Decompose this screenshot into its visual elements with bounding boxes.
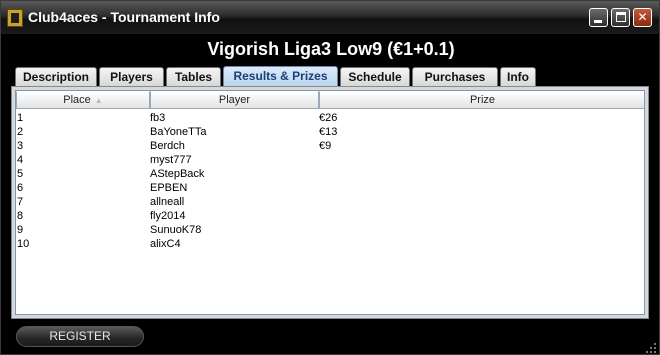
tournament-title: Vigorish Liga3 Low9 (€1+0.1) [207, 39, 455, 59]
close-icon: ✕ [637, 10, 648, 24]
column-label: Place [63, 94, 91, 106]
place-cell: 5 [17, 168, 24, 180]
table-row[interactable]: 8 fly2014 [16, 209, 644, 223]
column-label: Prize [469, 94, 496, 106]
prize-cell: €9 [319, 140, 332, 152]
tab-players[interactable]: Players [99, 67, 164, 86]
table-row[interactable]: 9 SunuoK78 [16, 223, 644, 237]
title-bar[interactable]: Club4aces - Tournament Info ✕ [1, 1, 659, 34]
place-cell: 2 [17, 126, 24, 138]
tab-tables[interactable]: Tables [166, 67, 221, 86]
window-title: Club4aces - Tournament Info [28, 9, 220, 25]
table-row[interactable]: 10 alixC4 [16, 237, 644, 251]
maximize-button[interactable] [611, 8, 630, 27]
club4aces-app-icon [7, 9, 23, 27]
table-row[interactable]: 3 Berdch €9 [16, 139, 644, 153]
tab-info[interactable]: Info [500, 67, 536, 86]
place-cell: 3 [17, 140, 24, 152]
table-row[interactable]: 5 AStepBack [16, 167, 644, 181]
column-header-prize[interactable]: Prize [319, 91, 644, 109]
place-cell: 7 [17, 196, 24, 208]
column-header-player[interactable]: Player [150, 91, 319, 109]
tournament-info-window: Club4aces - Tournament Info ✕ Vigorish L… [0, 0, 660, 355]
player-cell: EPBEN [150, 182, 188, 194]
place-cell: 1 [17, 112, 24, 124]
place-cell: 4 [17, 154, 24, 166]
player-cell: SunuoK78 [150, 224, 202, 236]
minimize-button[interactable] [589, 8, 608, 27]
table-row[interactable]: 2 BaYoneTTa €13 [16, 125, 644, 139]
player-cell: Berdch [150, 140, 185, 152]
column-header-place[interactable]: Place ▲ [16, 91, 150, 109]
column-label: Player [218, 94, 251, 106]
minimize-icon [594, 20, 602, 23]
prize-cell: €26 [319, 112, 338, 124]
maximize-icon [616, 12, 626, 22]
tab-description[interactable]: Description [15, 67, 97, 86]
table-header: Place ▲ Player Prize [16, 91, 644, 109]
tab-results-prizes[interactable]: Results & Prizes [223, 66, 338, 87]
player-cell: alixC4 [150, 238, 181, 250]
table-row[interactable]: 7 allneall [16, 195, 644, 209]
prize-cell: €13 [319, 126, 338, 138]
player-cell: myst777 [150, 154, 192, 166]
resize-grip-icon[interactable] [643, 340, 657, 354]
place-cell: 10 [17, 238, 30, 250]
close-button[interactable]: ✕ [633, 8, 652, 27]
player-cell: fb3 [150, 112, 166, 124]
tab-schedule[interactable]: Schedule [340, 67, 410, 86]
results-table: Place ▲ Player Prize 1 fb3 €26 2 BaYoneTTa €13… [15, 90, 645, 315]
player-cell: allneall [150, 196, 185, 208]
sort-ascending-icon: ▲ [94, 96, 103, 105]
results-panel: Place ▲ Player Prize 1 fb3 €26 2 BaYoneTTa €13… [11, 86, 649, 319]
table-row[interactable]: 4 myst777 [16, 153, 644, 167]
table-row[interactable]: 6 EPBEN [16, 181, 644, 195]
table-row[interactable]: 1 fb3 €26 [16, 111, 644, 125]
place-cell: 8 [17, 210, 24, 222]
place-cell: 9 [17, 224, 24, 236]
tab-purchases[interactable]: Purchases [412, 67, 498, 86]
register-button[interactable]: REGISTER [16, 326, 144, 347]
player-cell: AStepBack [150, 168, 205, 180]
player-cell: fly2014 [150, 210, 186, 222]
place-cell: 6 [17, 182, 24, 194]
player-cell: BaYoneTTa [150, 126, 207, 138]
